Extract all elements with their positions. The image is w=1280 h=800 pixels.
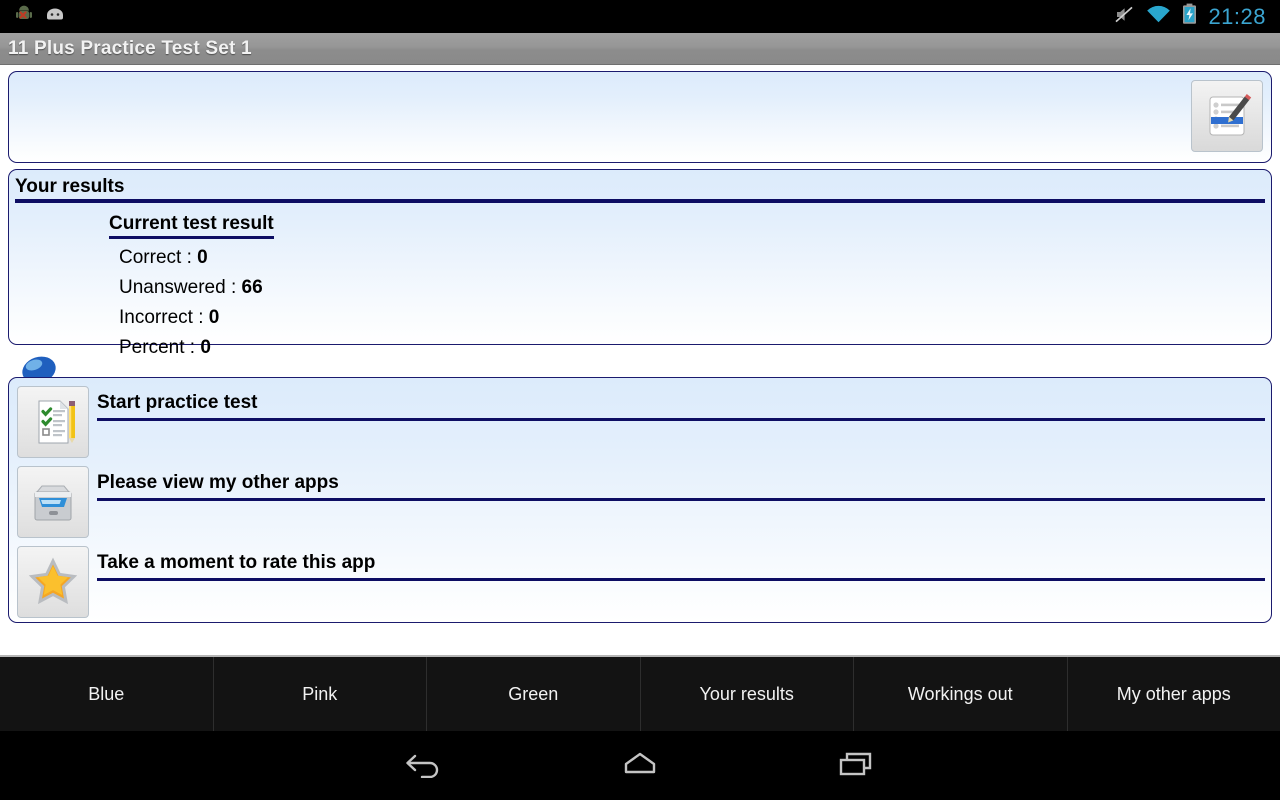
menu-text-other-apps: Please view my other apps — [97, 466, 1271, 501]
app-screen: 21:28 11 Plus Practice Test Set 1 Your r… — [0, 0, 1280, 800]
mute-icon — [1113, 4, 1135, 30]
back-icon — [400, 748, 448, 783]
menu-rule-other-apps — [97, 498, 1265, 501]
menu-label-rate-app: Take a moment to rate this app — [97, 552, 376, 573]
result-label-incorrect: Incorrect : — [119, 307, 204, 328]
results-section-heading: Your results — [15, 176, 125, 197]
star-icon — [17, 546, 89, 618]
menu-item-other-apps[interactable]: Please view my other apps — [9, 466, 1271, 546]
android-nav-bar — [0, 731, 1280, 800]
tab-blue[interactable]: Blue — [0, 657, 214, 731]
status-bar-notifications — [0, 4, 66, 29]
tab-label-your-results: Your results — [699, 683, 794, 704]
file-drawer-icon — [17, 466, 89, 538]
result-value-correct: 0 — [197, 247, 208, 268]
tab-workings-out[interactable]: Workings out — [854, 657, 1068, 731]
current-test-result-title: Current test result — [109, 213, 274, 239]
results-panel: Your results Current test result Correct… — [8, 169, 1272, 358]
bottom-tab-bar: Blue Pink Green Your results Workings ou… — [0, 655, 1280, 731]
menu-label-start-practice-test: Start practice test — [97, 392, 258, 413]
tab-your-results[interactable]: Your results — [641, 657, 854, 731]
result-row-correct: Correct : 0 — [109, 247, 1271, 269]
checklist-pencil-icon — [17, 386, 89, 458]
menu-text-start-practice-test: Start practice test — [97, 386, 1271, 421]
notepad-pencil-icon — [1191, 80, 1263, 152]
nav-back-button[interactable] — [316, 748, 532, 783]
wifi-icon — [1146, 4, 1171, 30]
android-error-icon — [14, 4, 34, 29]
nav-home-button[interactable] — [532, 748, 748, 783]
result-label-correct: Correct : — [119, 247, 192, 268]
tab-my-other-apps[interactable]: My other apps — [1068, 657, 1280, 731]
result-row-incorrect: Incorrect : 0 — [109, 307, 1271, 329]
home-icon — [616, 748, 664, 783]
content-area: Your results Current test result Correct… — [0, 65, 1280, 655]
result-label-percent: Percent : — [119, 337, 196, 358]
tab-label-green: Green — [508, 683, 559, 704]
menu-rule-rate-app — [97, 578, 1265, 581]
battery-charging-icon — [1182, 3, 1197, 30]
result-row-unanswered: Unanswered : 66 — [109, 277, 1271, 299]
tab-label-pink: Pink — [302, 683, 338, 704]
status-bar: 21:28 — [0, 0, 1280, 33]
menu-label-other-apps: Please view my other apps — [97, 472, 339, 493]
result-value-unanswered: 66 — [241, 277, 263, 298]
app-title-bar: 11 Plus Practice Test Set 1 — [0, 33, 1280, 65]
menu-item-start-practice-test[interactable]: Start practice test — [9, 386, 1271, 466]
menu-text-rate-app: Take a moment to rate this app — [97, 546, 1271, 581]
tab-label-workings-out: Workings out — [907, 683, 1013, 704]
nav-recent-apps-button[interactable] — [748, 748, 964, 783]
menu-rule-start-practice-test — [97, 418, 1265, 421]
tab-label-blue: Blue — [88, 683, 125, 704]
result-value-percent: 0 — [200, 337, 211, 358]
recent-apps-icon — [832, 748, 880, 783]
menu-panel: Start practice test Please view my other… — [8, 377, 1272, 623]
tab-pink[interactable]: Pink — [214, 657, 427, 731]
status-bar-clock: 21:28 — [1208, 3, 1266, 29]
android-head-icon — [44, 4, 66, 29]
menu-item-rate-app[interactable]: Take a moment to rate this app — [9, 546, 1271, 622]
status-bar-system: 21:28 — [1113, 3, 1280, 30]
result-label-unanswered: Unanswered : — [119, 277, 237, 298]
results-body: Current test result Correct : 0 Unanswer… — [9, 203, 1271, 359]
page-title: 11 Plus Practice Test Set 1 — [8, 37, 252, 59]
result-value-incorrect: 0 — [208, 307, 220, 328]
result-row-percent: Percent : 0 — [109, 337, 1271, 359]
tab-label-my-other-apps: My other apps — [1116, 683, 1231, 704]
banner-panel — [8, 71, 1272, 163]
tab-green[interactable]: Green — [427, 657, 641, 731]
